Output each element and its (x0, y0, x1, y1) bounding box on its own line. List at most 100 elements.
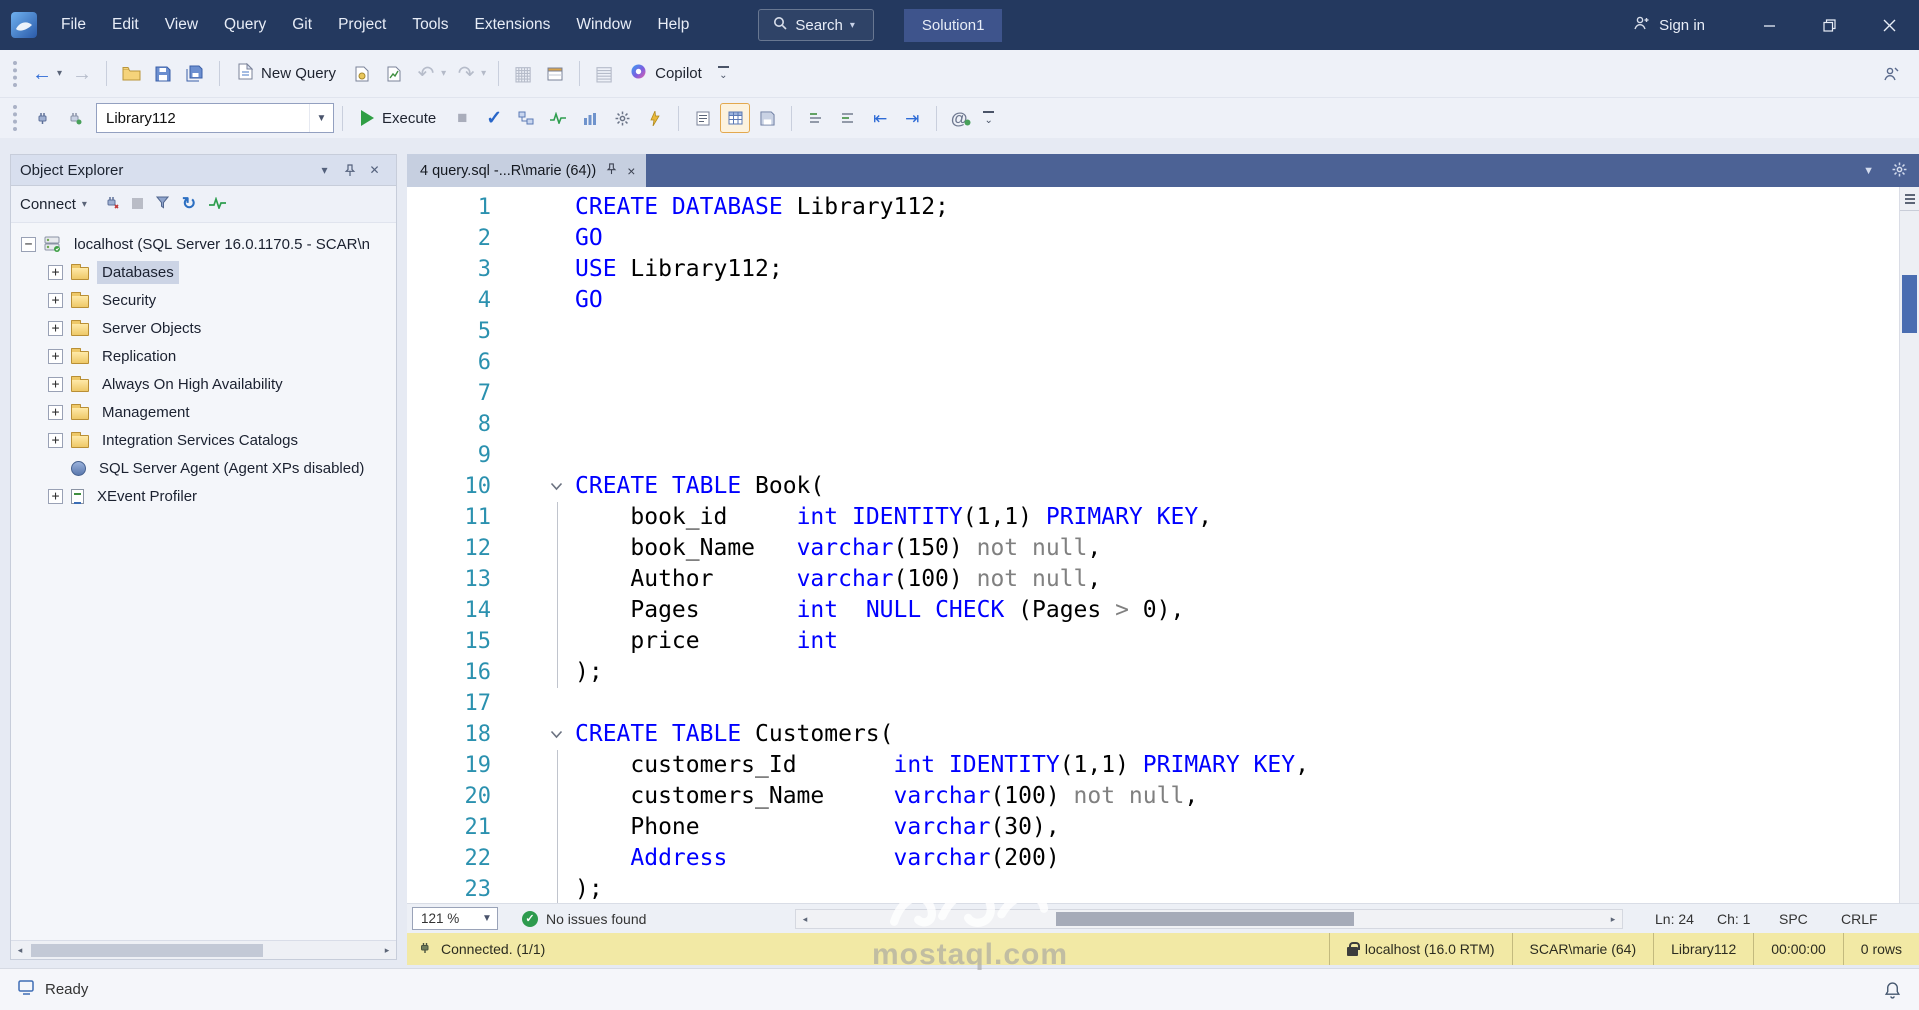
restore-button[interactable] (1799, 0, 1859, 50)
cancel-query-icon[interactable]: ■ (447, 103, 477, 133)
uncomment-selection-icon[interactable] (833, 103, 863, 133)
results-to-file-icon[interactable] (752, 103, 782, 133)
tree-item-localhost[interactable]: − localhost (SQL Server 16.0.1170.5 - SC… (11, 230, 396, 258)
navigate-forward-icon[interactable]: → (67, 59, 97, 89)
code-line[interactable]: 22 Address varchar(200) (407, 843, 1899, 874)
code-line[interactable]: 6 (407, 347, 1899, 378)
back-history-caret-icon[interactable]: ▾ (57, 68, 62, 79)
split-editor-handle[interactable] (1900, 187, 1919, 211)
tree-item-management[interactable]: + Management (11, 398, 396, 426)
expand-icon[interactable]: + (48, 404, 63, 420)
collapse-icon[interactable]: − (21, 236, 36, 252)
code-line[interactable]: 7 (407, 378, 1899, 409)
change-connection-icon[interactable] (59, 103, 89, 133)
toolbar-overflow-icon[interactable]: ⌄ (983, 110, 995, 126)
activity-monitor-icon[interactable] (209, 195, 227, 213)
window-position-icon[interactable]: ▾ (312, 163, 337, 177)
tree-item-label[interactable]: Integration Services Catalogs (97, 429, 303, 452)
fold-collapse-icon[interactable] (503, 471, 575, 502)
tree-item-label[interactable]: Security (97, 289, 161, 312)
editor-vscrollbar[interactable] (1899, 187, 1919, 903)
minimize-button[interactable] (1739, 0, 1799, 50)
tree-item-always-on-high-availability[interactable]: + Always On High Availability (11, 370, 396, 398)
zoom-dropdown-icon[interactable]: ▼ (477, 913, 497, 924)
results-to-text-icon[interactable] (688, 103, 718, 133)
code-line[interactable]: 15 price int (407, 626, 1899, 657)
expand-icon[interactable]: + (48, 488, 63, 504)
code-line[interactable]: 18 CREATE TABLE Customers( (407, 719, 1899, 750)
tree-item-label[interactable]: Server Objects (97, 317, 206, 340)
object-explorer-header[interactable]: Object Explorer ▾ ✕ (11, 155, 396, 186)
client-statistics-icon[interactable] (575, 103, 605, 133)
menu-query[interactable]: Query (211, 0, 279, 50)
editor-settings-icon[interactable] (1892, 162, 1907, 180)
tab-list-icon[interactable]: ▼ (1863, 165, 1874, 177)
scroll-thumb[interactable] (1056, 912, 1354, 926)
filter-icon[interactable] (155, 196, 169, 213)
menu-window[interactable]: Window (563, 0, 644, 50)
specify-template-values-icon[interactable]: @ (946, 103, 976, 133)
toolbar-overflow-icon[interactable]: ⌄ (717, 66, 729, 81)
code-line[interactable]: 14 Pages int NULL CHECK (Pages > 0), (407, 595, 1899, 626)
query-options-icon[interactable] (607, 103, 637, 133)
analysis-query-icon[interactable] (379, 59, 409, 89)
menu-project[interactable]: Project (325, 0, 399, 50)
connect-button[interactable]: Connect ▾ (20, 196, 91, 213)
tree-item-label[interactable]: Management (97, 401, 195, 424)
scroll-right-icon[interactable]: ▸ (378, 941, 396, 959)
open-file-icon[interactable] (116, 59, 146, 89)
results-to-grid-icon[interactable] (720, 103, 751, 133)
code-line[interactable]: 3 USE Library112; (407, 254, 1899, 285)
code-line[interactable]: 4 GO (407, 285, 1899, 316)
expand-icon[interactable]: + (48, 376, 63, 392)
query-document-tab[interactable]: 4 query.sql -...R\marie (64)) × (407, 154, 647, 187)
tree-item-label[interactable]: Always On High Availability (97, 373, 288, 396)
scroll-left-icon[interactable]: ◂ (11, 941, 29, 959)
tab-pin-icon[interactable] (606, 162, 617, 179)
code-line[interactable]: 12 book_Name varchar(150) not null, (407, 533, 1899, 564)
close-button[interactable] (1859, 0, 1919, 50)
solution-selector[interactable]: Solution1 (903, 8, 1003, 42)
tree-item-xevent-profiler[interactable]: + XEvent Profiler (11, 482, 396, 510)
tree-item-label[interactable]: Replication (97, 345, 181, 368)
save-icon[interactable] (148, 59, 178, 89)
pin-icon[interactable] (337, 163, 362, 177)
feedback-icon[interactable] (1875, 59, 1905, 89)
notifications-bell-icon[interactable] (1884, 981, 1901, 999)
tree-item-label[interactable]: Databases (97, 260, 179, 284)
database-engine-query-icon[interactable] (347, 59, 377, 89)
code-line[interactable]: 9 (407, 440, 1899, 471)
expand-icon[interactable]: + (48, 320, 63, 336)
estimated-plan-icon[interactable] (511, 103, 541, 133)
menu-tools[interactable]: Tools (399, 0, 461, 50)
menu-extensions[interactable]: Extensions (462, 0, 564, 50)
undo-icon[interactable]: ↶ (411, 59, 441, 89)
decrease-indent-icon[interactable]: ⇤ (865, 103, 895, 133)
code-line[interactable]: 8 (407, 409, 1899, 440)
available-databases-combobox[interactable]: Library112 ▼ (96, 103, 334, 133)
expand-icon[interactable]: + (48, 292, 63, 308)
code-line[interactable]: 1 CREATE DATABASE Library112; (407, 192, 1899, 223)
registered-servers-icon[interactable]: ▤ (589, 59, 619, 89)
menu-edit[interactable]: Edit (99, 0, 152, 50)
scroll-left-icon[interactable]: ◂ (796, 910, 814, 928)
tree-item-label[interactable]: XEvent Profiler (92, 485, 202, 508)
code-editor[interactable]: 1 CREATE DATABASE Library112; 2 GO 3 USE Libr… (407, 187, 1919, 903)
tree-item-server-objects[interactable]: + Server Objects (11, 314, 396, 342)
navigate-backward-icon[interactable]: ← (27, 59, 57, 89)
tree-item-security[interactable]: + Security (11, 286, 396, 314)
expand-icon[interactable]: + (48, 264, 63, 280)
menu-help[interactable]: Help (644, 0, 702, 50)
comment-selection-icon[interactable] (801, 103, 831, 133)
expand-icon[interactable]: + (48, 348, 63, 364)
code-line[interactable]: 19 customers_Id int IDENTITY(1,1) PRIMAR… (407, 750, 1899, 781)
menu-view[interactable]: View (152, 0, 211, 50)
disconnect-icon[interactable] (104, 195, 119, 213)
code-line[interactable]: 17 (407, 688, 1899, 719)
close-panel-icon[interactable]: ✕ (362, 163, 387, 177)
connect-icon[interactable] (27, 103, 57, 133)
tree-item-integration-services-catalogs[interactable]: + Integration Services Catalogs (11, 426, 396, 454)
expand-icon[interactable]: + (48, 432, 63, 448)
parse-icon[interactable]: ✓ (479, 103, 509, 133)
code-line[interactable]: 16); (407, 657, 1899, 688)
